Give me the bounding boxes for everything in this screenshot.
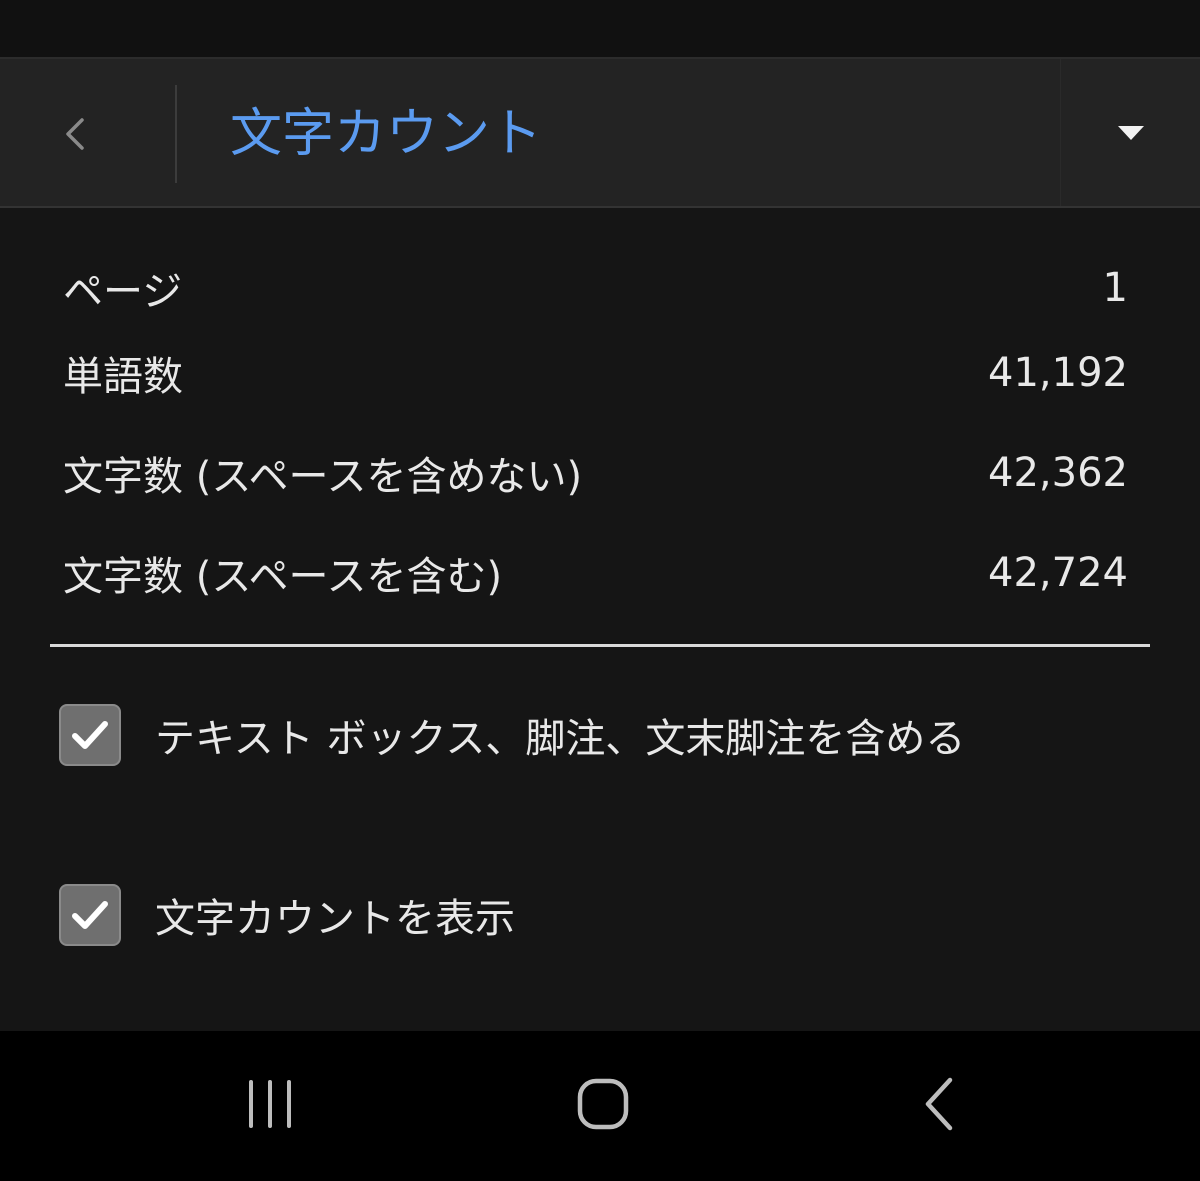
stat-value: 42,724 bbox=[988, 550, 1128, 596]
recent-apps-icon bbox=[249, 1080, 291, 1128]
stat-value: 1 bbox=[1102, 265, 1128, 311]
system-back-button[interactable] bbox=[890, 1059, 990, 1149]
caret-down-icon bbox=[1117, 125, 1144, 140]
include-textboxes-checkbox[interactable] bbox=[59, 704, 121, 766]
stat-row-chars-no-spaces: 文字数 (スペースを含めない) 42,362 bbox=[63, 443, 1128, 503]
recent-apps-button[interactable] bbox=[220, 1059, 320, 1149]
option-include-textboxes-footnotes[interactable]: テキスト ボックス、脚注、文末脚注を含める bbox=[59, 702, 965, 768]
back-icon bbox=[925, 1077, 953, 1131]
stat-label: ページ bbox=[63, 269, 183, 315]
divider bbox=[50, 644, 1150, 647]
home-icon bbox=[577, 1078, 629, 1130]
stat-value: 42,362 bbox=[988, 450, 1128, 496]
page-title: 文字カウント bbox=[230, 104, 543, 164]
stat-label: 文字数 (スペースを含む) bbox=[63, 554, 503, 600]
chevron-left-icon bbox=[66, 118, 84, 150]
stat-label: 文字数 (スペースを含めない) bbox=[63, 454, 583, 500]
option-label: テキスト ボックス、脚注、文末脚注を含める bbox=[155, 716, 966, 762]
back-button[interactable] bbox=[30, 89, 120, 179]
stat-row-words: 単語数 41,192 bbox=[63, 343, 1128, 403]
option-show-word-count[interactable]: 文字カウントを表示 bbox=[59, 882, 515, 948]
panel-header: 文字カウント bbox=[0, 57, 1200, 208]
checkmark-icon bbox=[72, 721, 108, 749]
option-label: 文字カウントを表示 bbox=[155, 896, 515, 942]
dropdown-button[interactable] bbox=[1060, 59, 1200, 206]
stat-row-pages: ページ 1 bbox=[63, 258, 1128, 318]
show-word-count-checkbox[interactable] bbox=[59, 884, 121, 946]
system-navigation-bar bbox=[0, 1031, 1200, 1181]
status-bar bbox=[0, 0, 1200, 57]
home-button[interactable] bbox=[553, 1059, 653, 1149]
stat-label: 単語数 bbox=[63, 354, 183, 400]
header-divider bbox=[175, 85, 177, 183]
checkmark-icon bbox=[72, 901, 108, 929]
stat-value: 41,192 bbox=[988, 350, 1128, 396]
stat-row-chars-with-spaces: 文字数 (スペースを含む) 42,724 bbox=[63, 543, 1128, 603]
word-count-content: ページ 1 単語数 41,192 文字数 (スペースを含めない) 42,362 … bbox=[0, 208, 1200, 1031]
